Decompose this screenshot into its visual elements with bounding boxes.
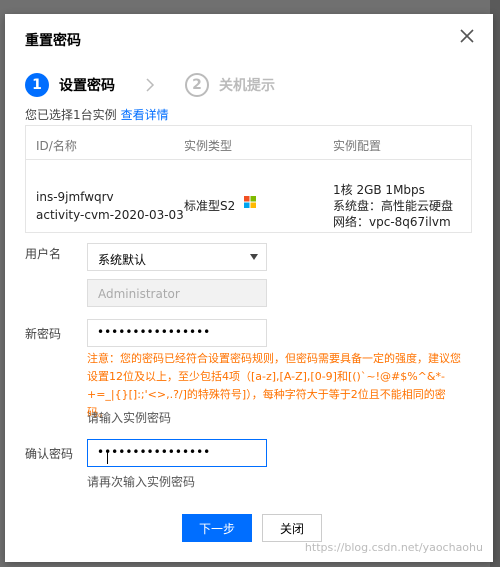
close-button[interactable]: 关闭 <box>262 514 322 542</box>
close-icon[interactable] <box>459 28 475 44</box>
new-password-label: 新密码 <box>25 327 62 341</box>
username-field: Administrator <box>87 279 267 307</box>
instance-type: 标准型S2 <box>184 199 236 213</box>
username-select[interactable]: 系统默认 <box>87 243 267 271</box>
caret-down-icon <box>250 254 258 260</box>
confirm-password-mask: •••••••••••••••• <box>97 445 211 464</box>
chevron-right-icon <box>146 78 155 92</box>
new-password-input[interactable]: •••••••••••••••• <box>87 319 267 347</box>
header-id-name: ID/名称 <box>36 139 77 153</box>
confirm-password-input[interactable]: •••••••••••••••• <box>87 439 267 467</box>
text-cursor <box>107 450 108 464</box>
config-spec: 1核 2GB 1Mbps <box>333 183 425 197</box>
step-2-indicator: 2 <box>185 73 209 97</box>
instance-name: activity-cvm-2020-03-03 <box>36 208 184 222</box>
step-1-indicator: 1 <box>25 73 49 97</box>
username-value: Administrator <box>98 287 180 301</box>
next-step-button[interactable]: 下一步 <box>182 514 252 542</box>
username-select-value: 系统默认 <box>98 253 147 267</box>
instance-id: ins-9jmfwqrv <box>36 190 114 204</box>
step-2-label: 关机提示 <box>219 78 275 94</box>
dialog-title: 重置密码 <box>25 33 81 49</box>
instance-table: ID/名称 实例类型 实例配置 ins-9jmfwqrv activity-cv… <box>25 125 472 233</box>
config-disk: 系统盘：高性能云硬盘 <box>333 199 454 213</box>
reset-password-dialog: 重置密码 1 设置密码 2 关机提示 您已选择1台实例 查看详情 ID/名称 实例… <box>5 14 493 562</box>
config-network: 网络：vpc-8q67ilvm <box>333 215 451 229</box>
confirm-password-label: 确认密码 <box>25 447 74 461</box>
table-header: ID/名称 实例类型 实例配置 <box>26 126 471 160</box>
new-password-mask: •••••••••••••••• <box>97 325 211 339</box>
new-password-hint: 请输入实例密码 <box>87 411 172 425</box>
header-instance-type: 实例类型 <box>184 139 233 153</box>
username-label: 用户名 <box>25 247 62 261</box>
confirm-password-dots: •••••••••••••••• <box>97 445 211 459</box>
header-instance-config: 实例配置 <box>333 139 382 153</box>
stepper: 1 设置密码 2 关机提示 <box>25 72 275 98</box>
view-details-link[interactable]: 查看详情 <box>121 108 169 122</box>
windows-icon <box>244 196 256 208</box>
watermark-text: https://blog.csdn.net/yaochaohu <box>304 541 483 554</box>
confirm-password-hint: 请再次输入实例密码 <box>87 475 196 489</box>
selected-instances-text: 您已选择1台实例 查看详情 <box>25 106 169 123</box>
selected-count-text: 您已选择1台实例 <box>25 108 117 122</box>
step-1-label: 设置密码 <box>59 78 115 94</box>
